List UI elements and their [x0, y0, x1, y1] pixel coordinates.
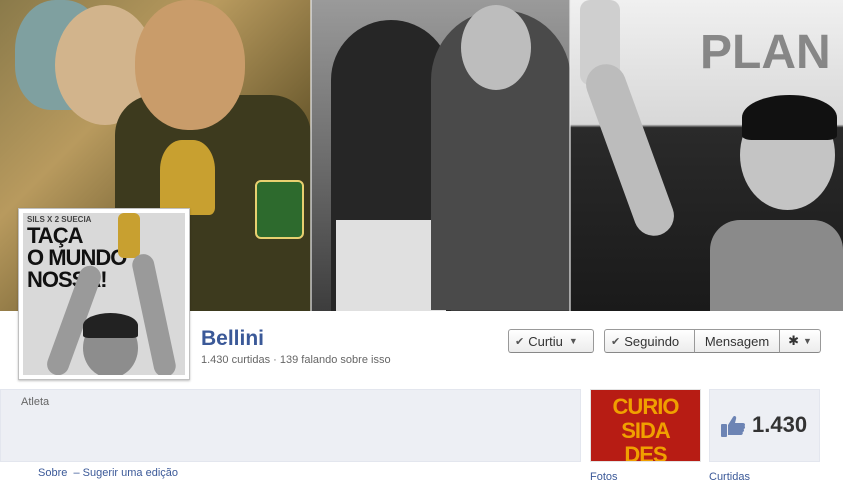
likes-app-box[interactable]: 1.430	[709, 389, 820, 462]
brasil-badge-shape	[255, 180, 304, 239]
page-options-button[interactable]: ✱ ▼	[779, 329, 821, 353]
cover-panel-trophy-kiss-photo	[311, 0, 570, 311]
gear-icon: ✱	[788, 333, 799, 348]
player-body-shape	[710, 220, 843, 311]
man-face-shape	[135, 0, 245, 130]
cover-panel-trophy-raise-photo: PLAN	[570, 0, 843, 311]
caret-down-icon: ▼	[568, 336, 578, 346]
player-hair-shape	[83, 313, 138, 338]
following-button[interactable]: ✔ Seguindo	[604, 329, 695, 353]
caret-down-icon: ▼	[802, 336, 812, 346]
page-stats: 1.430 curtidas · 139 falando sobre isso	[201, 354, 391, 366]
likes-app-label[interactable]: Curtidas	[709, 471, 750, 483]
shorts-shape	[336, 220, 446, 311]
photos-app-label[interactable]: Fotos	[590, 471, 618, 483]
liked-button[interactable]: ✔ Curtiu ▼	[508, 329, 594, 353]
arm-shape	[130, 252, 178, 375]
message-button-label: Mensagem	[704, 333, 770, 349]
page-category: Atleta	[21, 396, 50, 408]
cover-background-text: PLAN	[700, 26, 831, 79]
trophy-shape	[118, 213, 140, 258]
thumbnail-text: SIDA	[621, 418, 671, 443]
trophy-shape	[160, 140, 215, 215]
cover-divider	[569, 0, 571, 311]
photos-app-thumbnail[interactable]: CURIO SIDA DES	[590, 389, 701, 462]
official-head-shape	[461, 5, 531, 90]
raised-arm-shape	[580, 58, 680, 242]
message-button[interactable]: Mensagem	[694, 329, 780, 353]
about-box	[0, 389, 581, 462]
player-hair-shape	[742, 95, 837, 140]
liked-button-label: Curtiu	[528, 333, 563, 349]
page-title[interactable]: Bellini	[201, 327, 264, 351]
check-icon: ✔	[515, 335, 525, 348]
cover-divider	[310, 0, 312, 311]
following-button-label: Seguindo	[624, 333, 680, 349]
profile-picture[interactable]: SILS X 2 SUECIA TAÇA O MUNDO NOSSA!	[18, 208, 190, 380]
thumbs-up-icon	[721, 415, 746, 437]
check-icon: ✔	[611, 335, 621, 348]
about-links[interactable]: Sobre ‒ Sugerir uma edição	[38, 467, 178, 479]
likes-count: 1.430	[752, 412, 808, 437]
profile-picture-image: SILS X 2 SUECIA TAÇA O MUNDO NOSSA!	[23, 213, 185, 375]
thumbnail-text: DES	[624, 442, 667, 462]
thumbnail-text: CURIO	[612, 394, 680, 419]
